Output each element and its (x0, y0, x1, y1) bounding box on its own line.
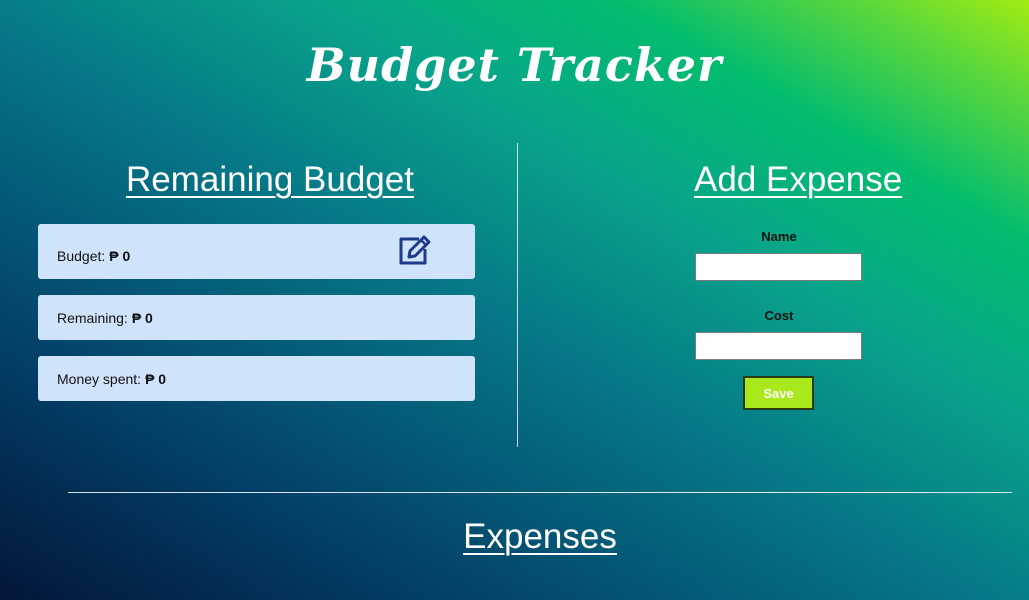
remaining-card: Remaining: ₱ 0 (38, 295, 475, 340)
expenses-heading: Expenses (463, 517, 617, 556)
budget-label: Budget: (57, 248, 106, 264)
remaining-value: ₱ 0 (131, 309, 153, 326)
name-input[interactable] (695, 253, 862, 281)
budget-card: Budget: ₱ 0 (38, 224, 475, 279)
cost-label: Cost (764, 308, 794, 323)
budget-value: ₱ 0 (109, 248, 131, 264)
vertical-divider (517, 143, 518, 447)
remaining-budget-heading: Remaining Budget (126, 160, 414, 199)
horizontal-divider (68, 492, 1012, 493)
money-spent-value: ₱ 0 (145, 370, 167, 387)
cost-input[interactable] (695, 332, 862, 360)
app-title: Budget Tracker (306, 38, 723, 92)
edit-icon[interactable] (397, 235, 431, 267)
remaining-label: Remaining: (57, 309, 128, 326)
money-spent-card: Money spent: ₱ 0 (38, 356, 475, 401)
money-spent-label: Money spent: (57, 370, 142, 387)
save-button[interactable]: Save (743, 376, 814, 410)
add-expense-heading: Add Expense (694, 160, 903, 199)
name-label: Name (761, 229, 797, 244)
